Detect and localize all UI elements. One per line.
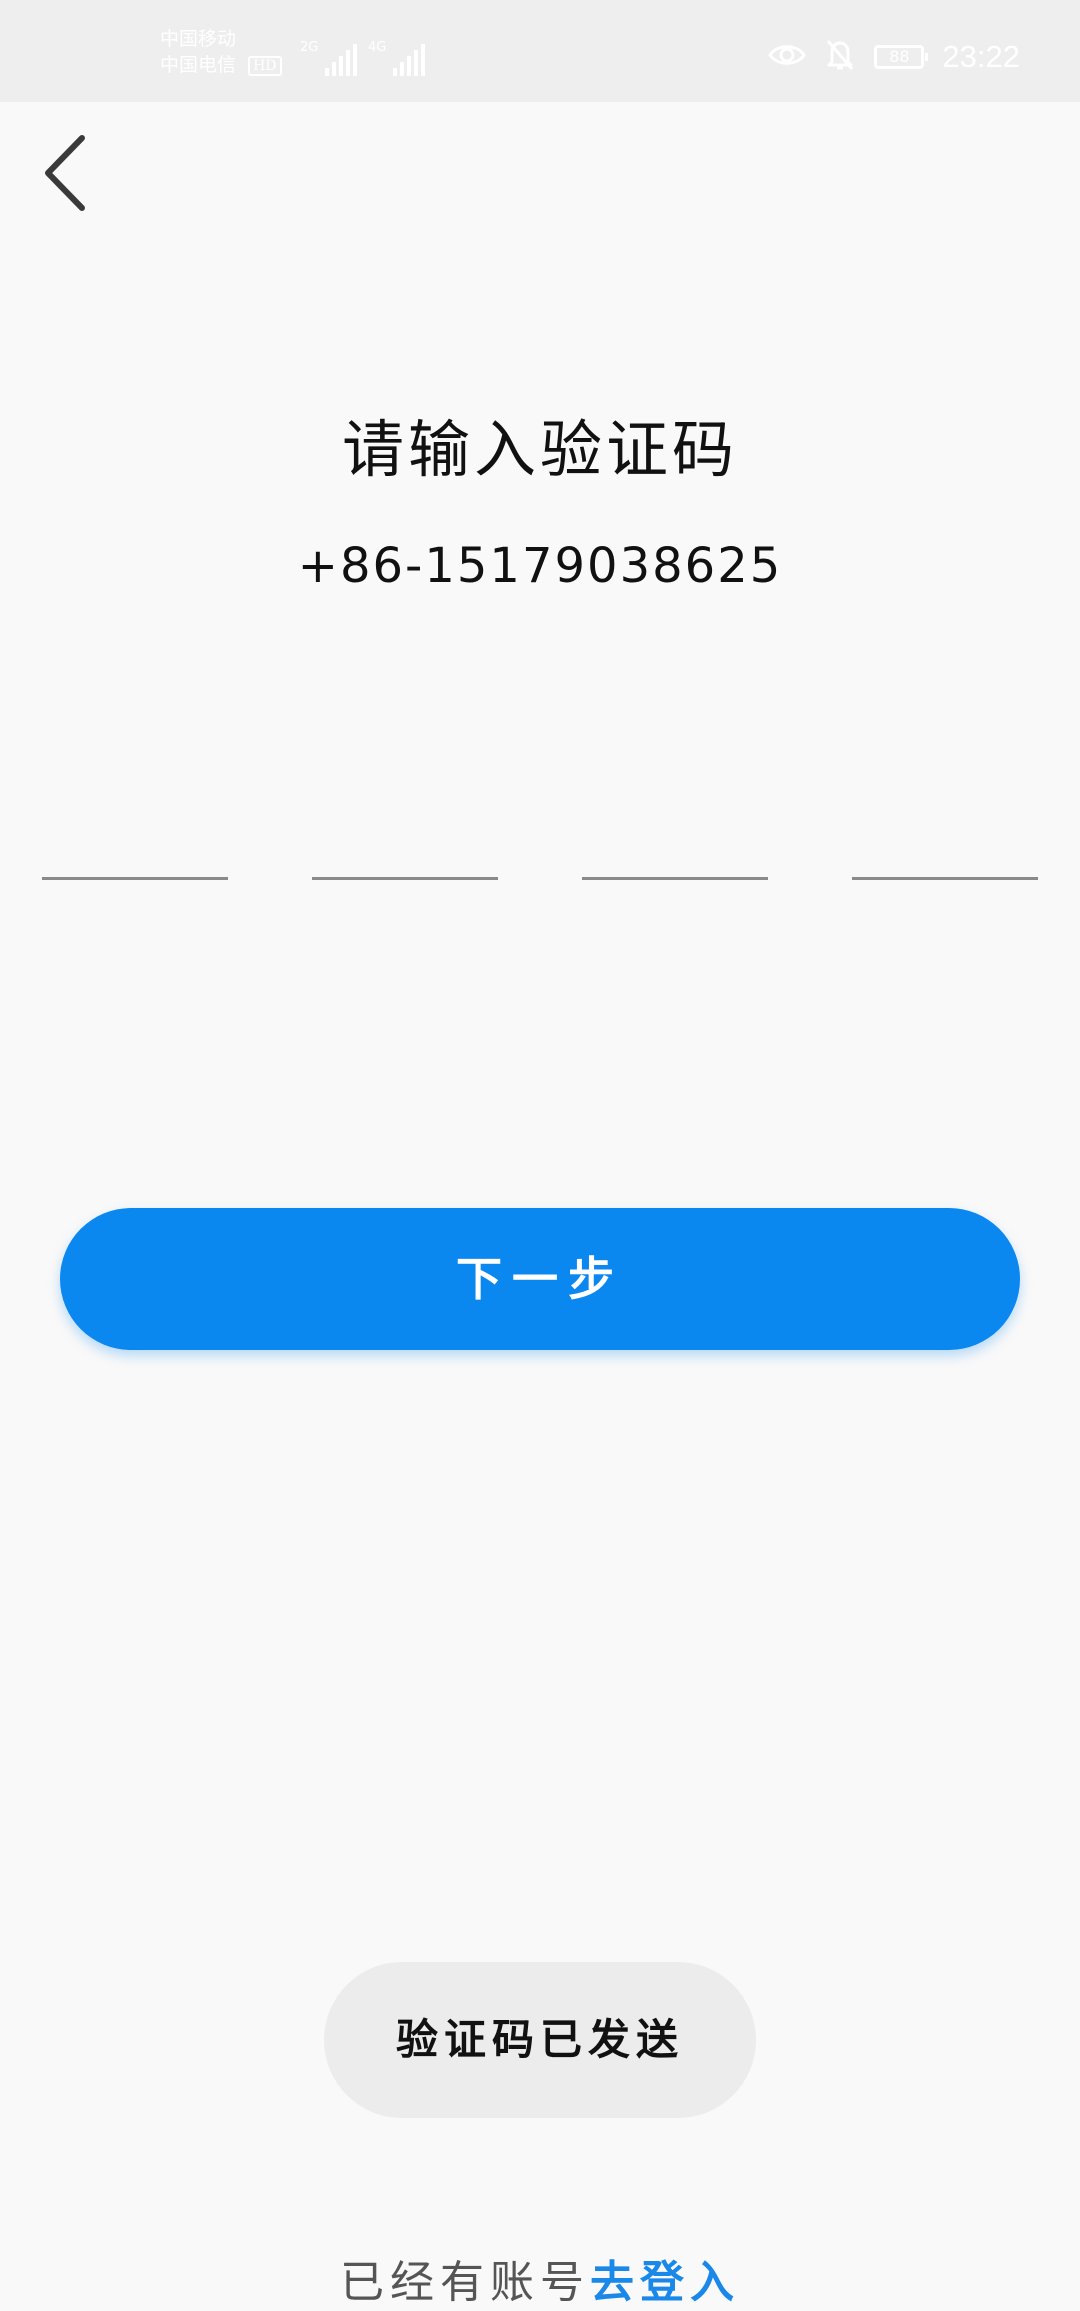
login-prompt-text: 已经有账号 — [340, 2257, 590, 2308]
code-input-3[interactable] — [582, 800, 768, 880]
status-bar: 中国移动 中国电信 HD 2G 4G 88 23:22 — [0, 0, 1080, 102]
eye-icon — [768, 42, 807, 72]
login-link[interactable]: 去登入 — [590, 2257, 740, 2308]
login-prompt: 已经有账号去登入 — [0, 2255, 1080, 2311]
carrier-1: 中国移动 — [160, 28, 237, 50]
back-button[interactable] — [30, 130, 100, 220]
signal-4g-icon: 4G — [368, 40, 426, 76]
status-icons: 88 23:22 — [768, 38, 1020, 76]
chevron-left-icon — [42, 134, 88, 216]
battery-icon: 88 — [874, 45, 929, 69]
carrier-info: 中国移动 中国电信 HD — [160, 26, 282, 78]
code-input-4[interactable] — [852, 800, 1038, 880]
next-step-button[interactable]: 下一步 — [60, 1208, 1020, 1350]
signal-2g-icon: 2G — [300, 40, 358, 76]
clock: 23:22 — [942, 39, 1020, 74]
toast-message: 验证码已发送 — [324, 1962, 756, 2118]
code-input-2[interactable] — [312, 800, 498, 880]
hd-badge: HD — [248, 56, 282, 76]
page-title: 请输入验证码 — [341, 413, 738, 486]
carrier-2: 中国电信 — [160, 54, 237, 76]
code-input-1[interactable] — [42, 800, 228, 880]
phone-number: +86-15179038625 — [297, 538, 783, 594]
bell-off-icon — [824, 38, 856, 76]
